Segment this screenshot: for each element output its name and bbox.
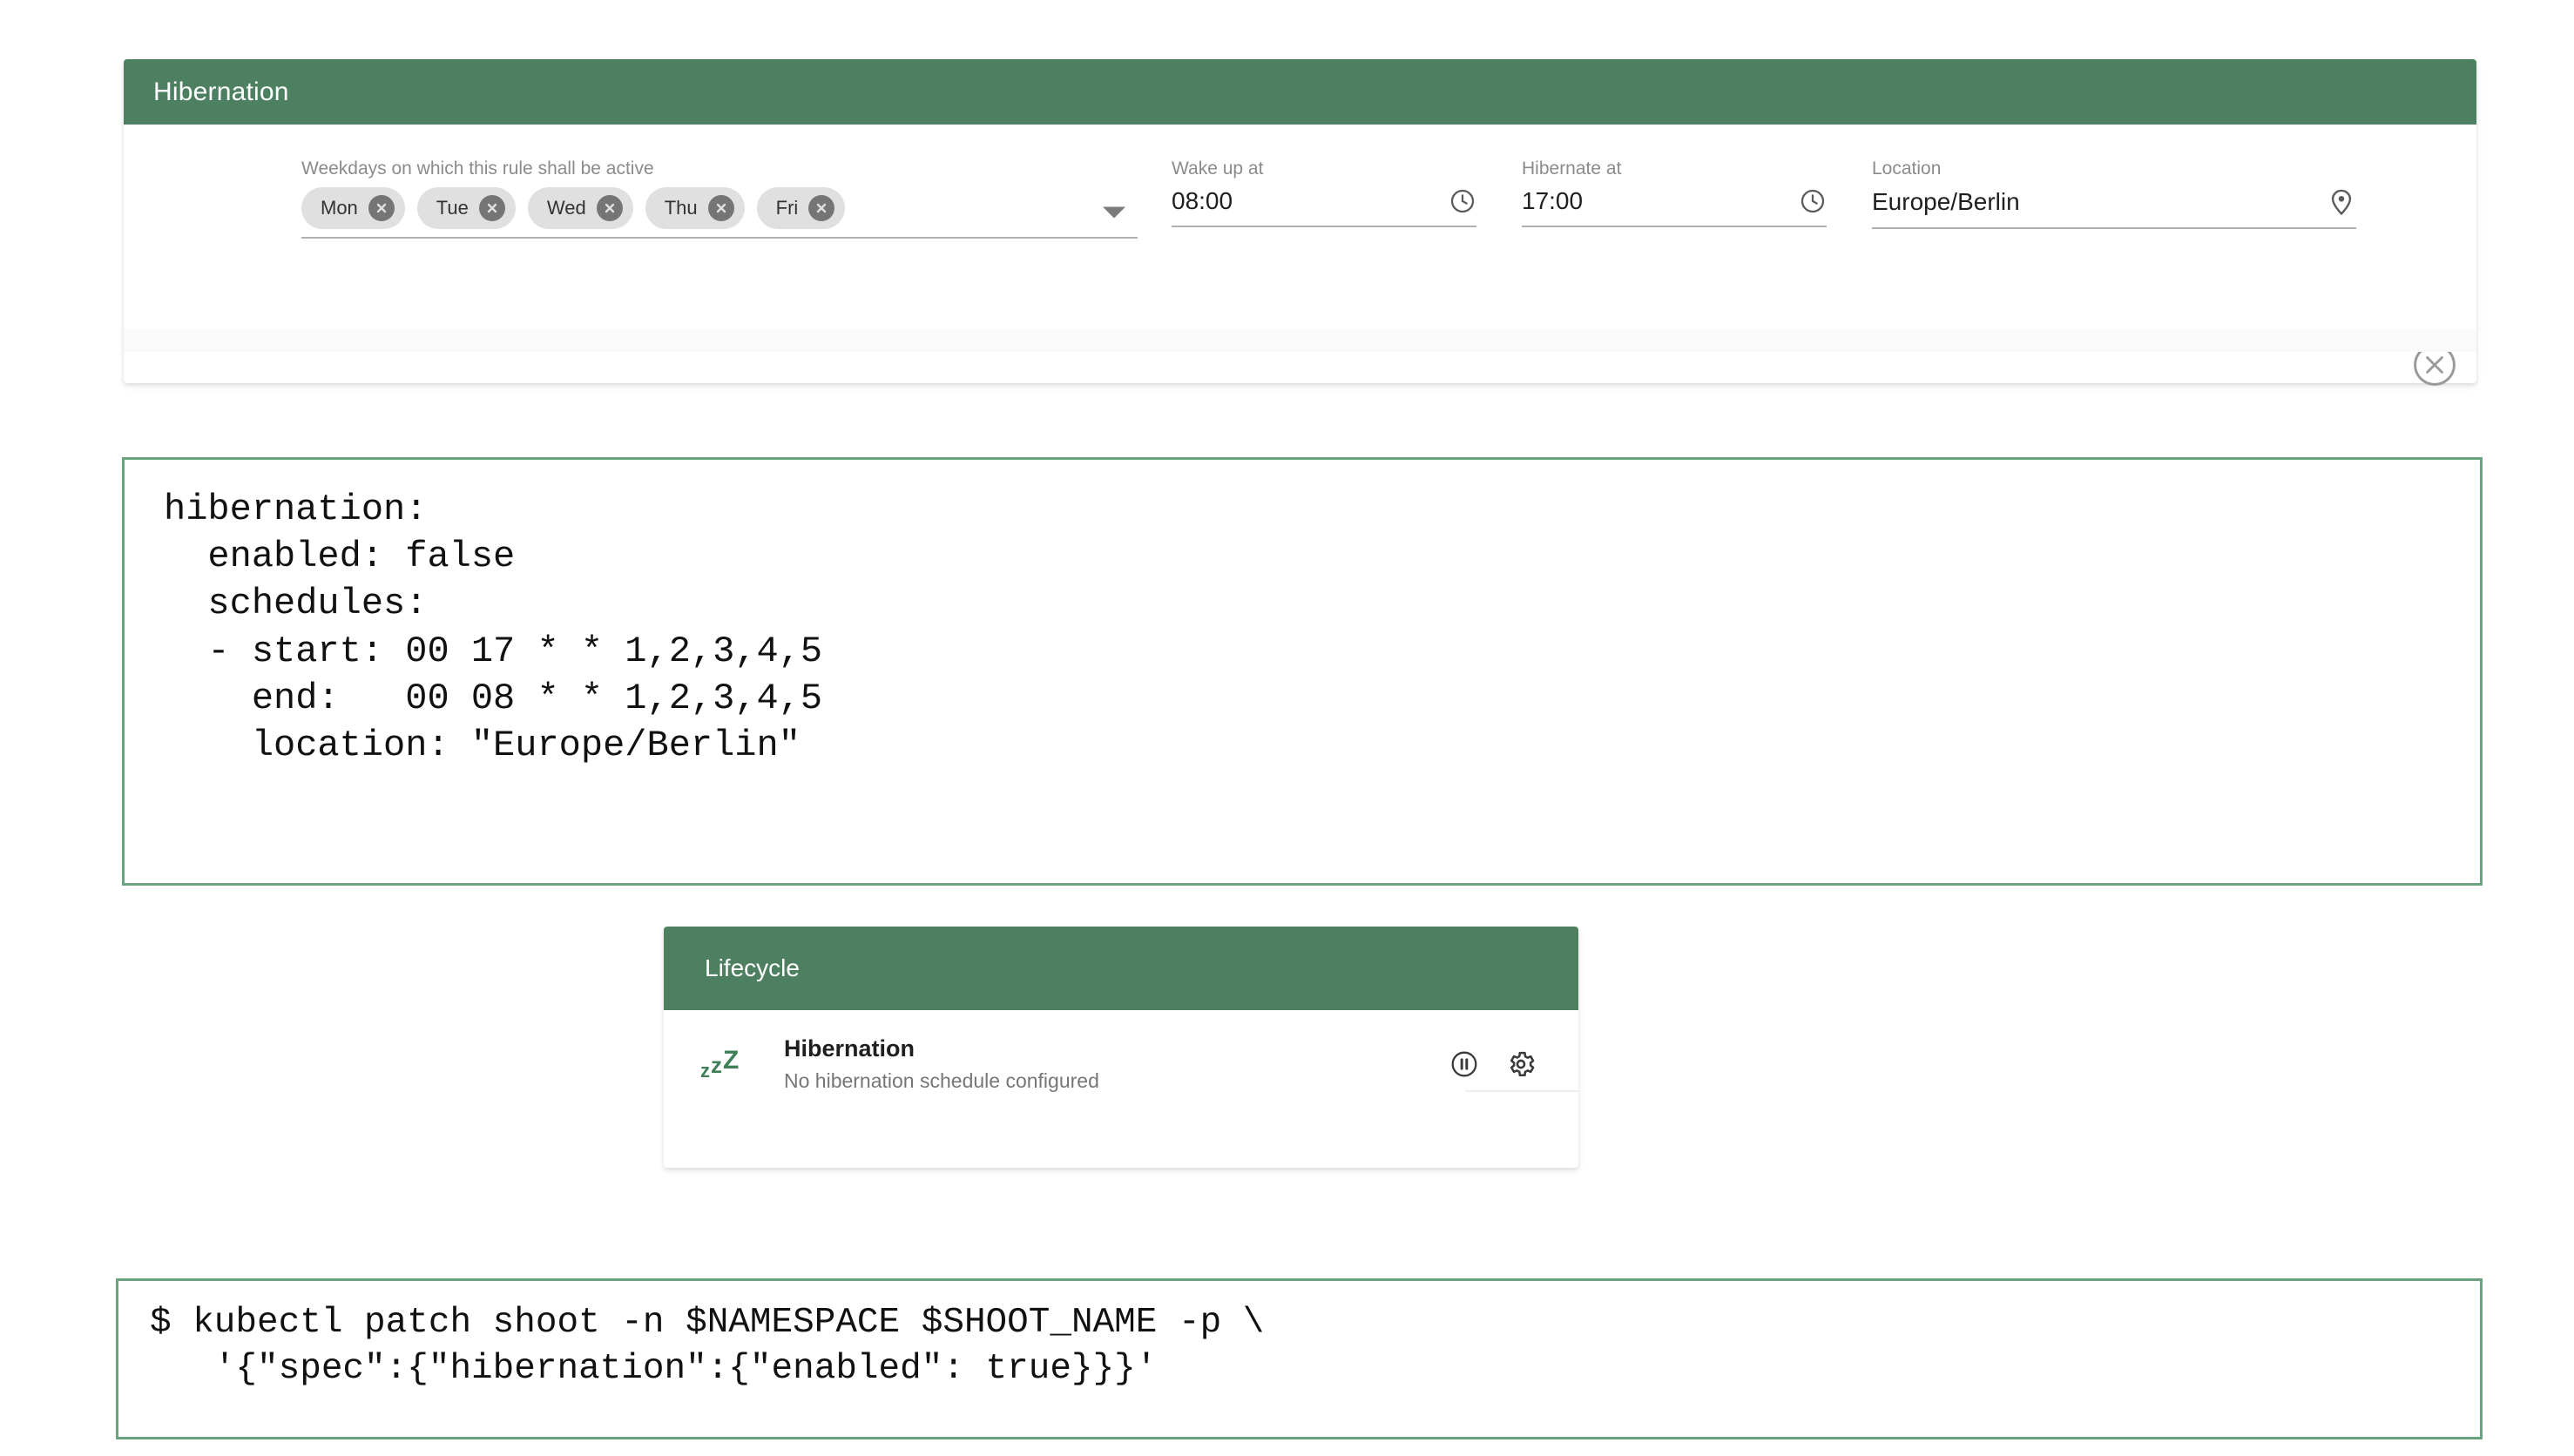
close-circle-icon[interactable] [478,195,505,221]
hibernation-card-header: Hibernation [124,59,2476,125]
kubectl-command-block: $ kubectl patch shoot -n $NAMESPACE $SHO… [116,1278,2483,1439]
lifecycle-card: Lifecycle zzZ Hibernation No hibernation… [664,927,1578,1168]
lifecycle-row-divider [1465,1089,1578,1092]
wake-up-value: 08:00 [1172,186,1233,214]
weekday-chip-label: Wed [546,197,586,219]
lifecycle-actions [1449,1048,1537,1080]
sleep-z-small: z [700,1059,711,1082]
hibernation-card-body: Weekdays on which this rule shall be act… [124,125,2476,386]
lifecycle-item-subtitle: No hibernation schedule configured [784,1069,1099,1093]
pause-circle-icon[interactable] [1449,1049,1479,1079]
location-input[interactable]: Europe/Berlin [1872,187,2356,229]
weekday-chip-mon[interactable]: Mon [301,187,405,229]
weekdays-chip-list[interactable]: Mon Tue Wed Thu Fri [301,187,1138,239]
weekday-chip-wed[interactable]: Wed [527,187,633,229]
clock-icon[interactable] [1449,187,1476,215]
close-circle-icon[interactable] [368,195,395,221]
clock-icon[interactable] [1799,187,1827,215]
hibernation-card: Hibernation Weekdays on which this rule … [124,59,2476,386]
close-circle-icon[interactable] [808,195,835,221]
hibernate-at-label: Hibernate at [1522,158,1622,179]
weekdays-label: Weekdays on which this rule shall be act… [301,158,654,179]
weekday-chip-label: Tue [436,197,469,219]
lifecycle-item-texts: Hibernation No hibernation schedule conf… [784,1035,1449,1094]
wake-up-field: Wake up at 08:00 [1172,159,1476,227]
map-pin-icon[interactable] [2327,187,2356,217]
weekday-chip-fri[interactable]: Fri [756,187,846,229]
lifecycle-hibernation-row: zzZ Hibernation No hibernation schedule … [664,1010,1578,1094]
hibernate-at-field: Hibernate at 17:00 [1522,159,1827,227]
lifecycle-card-title: Lifecycle [705,954,800,981]
location-label: Location [1872,158,1942,179]
lifecycle-item-title: Hibernation [784,1035,915,1062]
wake-up-input[interactable]: 08:00 [1172,187,1476,227]
close-circle-icon[interactable] [707,195,734,221]
card-footer-strip [124,329,2476,352]
wake-up-label: Wake up at [1172,158,1264,179]
gear-icon[interactable] [1505,1048,1537,1080]
location-field: Location Europe/Berlin [1872,159,2356,229]
yaml-code-block: hibernation: enabled: false schedules: -… [122,457,2483,886]
weekday-chip-label: Mon [321,197,358,219]
weekday-chip-label: Thu [664,197,698,219]
sleep-zzz-icon: zzZ [700,1045,784,1082]
lifecycle-card-header: Lifecycle [664,927,1578,1010]
hibernate-at-input[interactable]: 17:00 [1522,187,1827,227]
location-value: Europe/Berlin [1872,187,2020,215]
weekdays-field: Weekdays on which this rule shall be act… [301,159,1138,239]
sleep-z-medium: z [711,1051,723,1078]
weekday-chip-tue[interactable]: Tue [416,187,516,229]
weekday-chip-label: Fri [775,197,799,219]
hibernation-card-title: Hibernation [153,77,289,106]
close-circle-icon[interactable] [596,195,623,221]
weekday-chip-thu[interactable]: Thu [645,187,745,229]
chevron-down-icon[interactable] [1103,206,1125,218]
sleep-z-large: Z [723,1045,740,1075]
hibernate-at-value: 17:00 [1522,186,1584,214]
